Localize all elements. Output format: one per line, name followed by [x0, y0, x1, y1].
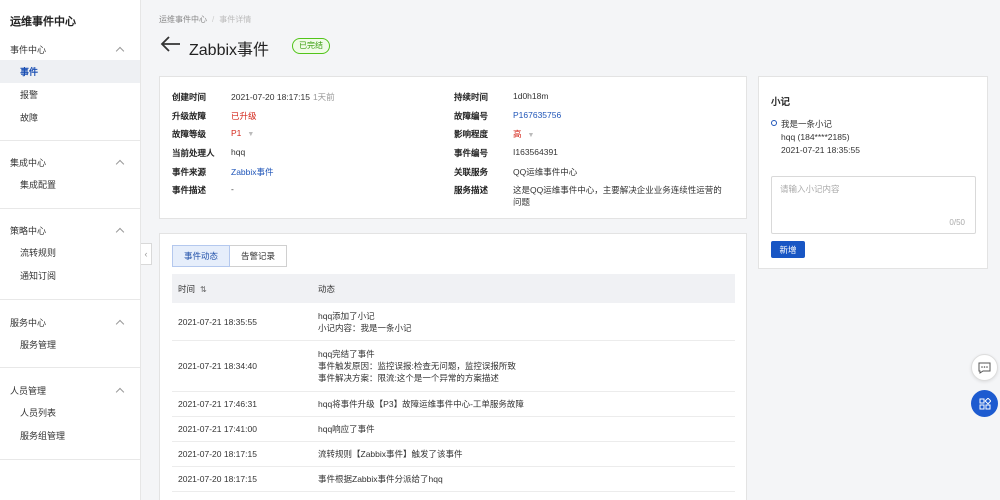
tabs: 事件动态 告警记录 — [172, 245, 288, 267]
sidebar-group-head[interactable]: 事件中心 — [0, 38, 140, 60]
breadcrumb-current: 事件详情 — [219, 15, 252, 24]
info-create-time: 创建时间 2021-07-20 18:17:15 1天前 — [172, 92, 335, 102]
back-arrow-icon[interactable] — [160, 34, 182, 54]
info-upgrade: 升级故障 已升级 — [172, 111, 257, 121]
table-row: 2021-07-21 18:34:40 hqq完结了事件 事件触发原因：监控误报:… — [172, 341, 735, 392]
sidebar-divider — [0, 140, 140, 141]
info-source: 事件来源 Zabbix事件 — [172, 166, 274, 178]
activity-table: 时间 ⇅ 动态 2021-07-21 18:35:55 hqq添加了小记 小记内容：… — [172, 274, 735, 492]
apps-button[interactable] — [971, 390, 998, 417]
note-card: 小记 我是一条小记 hqq (184****2185) 2021-07-21 1… — [758, 76, 988, 269]
timeline-dot-icon — [771, 120, 777, 126]
impact-select[interactable]: 高 ▼ — [513, 128, 534, 140]
info-duration: 持续时间 1d0h18m — [454, 91, 549, 102]
sidebar-item-people-list[interactable]: 人员列表 — [0, 401, 140, 424]
sidebar-group-head[interactable]: 策略中心 — [0, 219, 140, 241]
chevron-up-icon — [115, 319, 125, 329]
sidebar-group-event-center: 事件中心 事件 报警 故障 — [0, 38, 140, 129]
add-note-button[interactable]: 新增 — [771, 241, 805, 258]
sidebar-item-service-management[interactable]: 服务管理 — [0, 333, 140, 356]
table-row: 2021-07-21 17:46:31 hqq将事件升级【P3】故障运维事件中心… — [172, 392, 735, 417]
caret-down-icon: ▼ — [247, 131, 255, 138]
fault-no-link[interactable]: P167635756 — [513, 110, 561, 122]
sidebar-item-notify-subscription[interactable]: 通知订阅 — [0, 264, 140, 287]
info-service-desc: 服务描述 这是QQ运维事件中心，主要解决企业业务连续性运营的 问题 — [454, 185, 722, 207]
chevron-left-icon: ‹ — [144, 249, 148, 259]
sidebar-divider — [0, 299, 140, 300]
info-fault-level: 故障等级 P1 ▼ — [172, 128, 255, 140]
sidebar-divider — [0, 459, 140, 460]
chevron-up-icon — [115, 387, 125, 397]
sidebar-group-policy: 策略中心 流转规则 通知订阅 — [0, 219, 140, 287]
sidebar-item-fault[interactable]: 故障 — [0, 106, 140, 129]
column-header-activity: 动态 — [318, 283, 336, 294]
chat-button[interactable] — [971, 354, 998, 381]
sidebar-group-head[interactable]: 人员管理 — [0, 379, 140, 401]
sidebar-group-service: 服务中心 服务管理 — [0, 311, 140, 356]
info-service: 关联服务 QQ运维事件中心 — [454, 167, 578, 177]
chat-icon — [978, 362, 991, 374]
sidebar-item-integration-config[interactable]: 集成配置 — [0, 173, 140, 196]
table-header: 时间 ⇅ 动态 — [172, 274, 735, 303]
sidebar-group-head[interactable]: 服务中心 — [0, 311, 140, 333]
chevron-up-icon — [115, 227, 125, 237]
sort-icon: ⇅ — [200, 284, 207, 294]
sidebar-item-alert[interactable]: 报警 — [0, 83, 140, 106]
chevron-up-icon — [115, 46, 125, 56]
sidebar-item-service-group[interactable]: 服务组管理 — [0, 424, 140, 447]
caret-down-icon: ▼ — [527, 132, 535, 139]
note-input[interactable] — [771, 176, 976, 234]
sidebar-group-integration: 集成中心 集成配置 — [0, 151, 140, 196]
apps-grid-icon — [979, 397, 991, 409]
fault-level-select[interactable]: P1 ▼ — [231, 128, 254, 140]
info-desc: 事件描述 - — [172, 184, 234, 195]
table-row: 2021-07-20 18:17:15 事件根据Zabbix事件分派给了hqq — [172, 467, 735, 492]
status-badge: 已完结 — [292, 38, 330, 54]
sidebar-divider — [0, 367, 140, 368]
note-entry: 我是一条小记 hqq (184****2185) 2021-07-21 18:3… — [781, 119, 860, 155]
event-info-card: 创建时间 2021-07-20 18:17:15 1天前 升级故障 已升级 故障等级 P… — [159, 76, 747, 219]
note-char-counter: 0/50 — [949, 218, 965, 227]
breadcrumb: 运维事件中心 / 事件详情 — [159, 15, 252, 24]
sidebar-item-flow-rules[interactable]: 流转规则 — [0, 241, 140, 264]
sidebar-item-event[interactable]: 事件 — [0, 60, 140, 83]
info-fault-no: 故障编号 P167635756 — [454, 110, 562, 122]
sidebar-divider — [0, 208, 140, 209]
tab-event-activity[interactable]: 事件动态 — [172, 245, 231, 267]
source-link[interactable]: Zabbix事件 — [231, 166, 274, 178]
table-row: 2021-07-21 18:35:55 hqq添加了小记 小记内容：我是一条小记 — [172, 303, 735, 341]
sidebar-group-people: 人员管理 人员列表 服务组管理 — [0, 379, 140, 447]
sidebar-collapse-button[interactable]: ‹ — [141, 243, 152, 265]
info-impact: 影响程度高 ▼ — [454, 128, 535, 140]
breadcrumb-root[interactable]: 运维事件中心 — [159, 15, 207, 24]
page-title: Zabbix事件 — [189, 42, 270, 59]
tab-alert-records[interactable]: 告警记录 — [230, 245, 288, 267]
table-row: 2021-07-20 18:17:15 流转规则【Zabbix事件】触发了该事件 — [172, 442, 735, 467]
column-header-time[interactable]: 时间 ⇅ — [172, 283, 318, 295]
info-event-no: 事件编号 I163564391 — [454, 147, 558, 158]
note-title: 小记 — [771, 97, 791, 108]
chevron-up-icon — [115, 159, 125, 169]
info-handler: 当前处理人 hqq — [172, 147, 246, 158]
sidebar: 运维事件中心 事件中心 事件 报警 故障 集成中心 集成配置 策略中心 流转规则… — [0, 0, 141, 500]
table-row: 2021-07-21 17:41:00 hqq响应了事件 — [172, 417, 735, 442]
sidebar-group-head[interactable]: 集成中心 — [0, 151, 140, 173]
activity-card: 事件动态 告警记录 时间 ⇅ 动态 2021-07-21 18:35:55 hqq… — [159, 233, 747, 500]
sidebar-title: 运维事件中心 — [10, 16, 76, 28]
